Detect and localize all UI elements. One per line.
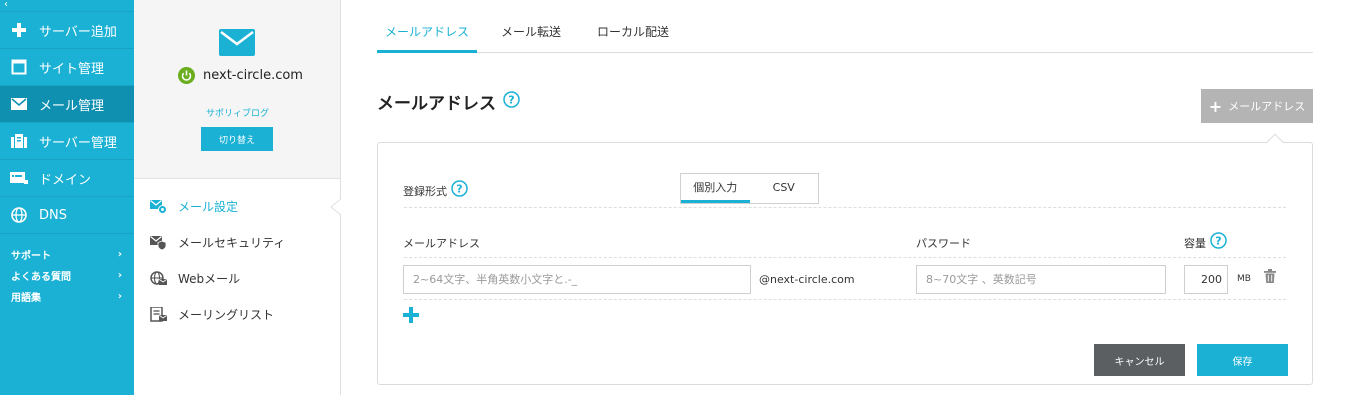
quota-input[interactable] (1184, 265, 1228, 294)
power-status-icon (178, 67, 195, 84)
format-option-csv[interactable]: CSV (750, 174, 819, 203)
main-sidebar: ‹ サーバー追加 サイト管理 メール管理 サーバー管理 ドメイン DNS サポー… (0, 0, 134, 395)
cancel-button[interactable]: キャンセル (1094, 344, 1185, 376)
submenu-label: メーリングリスト (178, 308, 275, 322)
plus-icon: + (1208, 96, 1223, 116)
submenu-label: Webメール (178, 272, 241, 286)
add-mail-address-button[interactable]: + メールアドレス (1201, 89, 1313, 123)
sidebar-collapse-button[interactable]: ‹ (0, 0, 134, 12)
format-option-individual[interactable]: 個別入力 (681, 174, 750, 203)
divider (404, 257, 1286, 258)
submenu-webmail[interactable]: Webメール (150, 270, 240, 287)
support-link[interactable]: サポート › (0, 244, 134, 265)
column-password: パスワード (916, 237, 971, 250)
domain-name: next-circle.com (203, 68, 303, 83)
sidebar-item-label: DNS (39, 207, 67, 223)
quota-unit: MB (1237, 274, 1251, 284)
password-input[interactable] (916, 265, 1166, 294)
glossary-link[interactable]: 用語集 › (0, 286, 134, 307)
webmail-icon (150, 271, 167, 285)
mail-security-icon (150, 236, 167, 250)
help-icon[interactable]: ? (503, 91, 520, 108)
column-address: メールアドレス (403, 237, 480, 250)
support-link-label: サポート (11, 251, 51, 262)
support-links: サポート › よくある質問 › 用語集 › (0, 234, 134, 307)
submenu-label: メール設定 (178, 200, 239, 214)
save-button[interactable]: 保存 (1197, 344, 1288, 376)
help-icon[interactable]: ? (451, 180, 468, 197)
format-label: 登録形式 (403, 185, 447, 198)
add-row-icon[interactable] (403, 307, 419, 323)
sidebar-item-dns[interactable]: DNS (0, 197, 134, 234)
sidebar-item-mail[interactable]: メール管理 (0, 86, 134, 123)
divider (404, 299, 1286, 300)
svg-text:?: ? (456, 183, 462, 196)
domain-suffix: @next-circle.com (759, 273, 855, 286)
mail-icon (219, 29, 255, 56)
submenu-label: メールセキュリティ (178, 236, 286, 250)
add-button-label: メールアドレス (1228, 100, 1306, 113)
submenu-mailing-list[interactable]: メーリングリスト (150, 306, 274, 323)
sidebar-item-add-server[interactable]: サーバー追加 (0, 12, 134, 49)
domain-icon (10, 169, 28, 187)
mail-settings-icon (150, 200, 167, 214)
switch-site-button[interactable]: 切り替え (201, 127, 273, 151)
site-panel: next-circle.com サポリィブログ 切り替え メール設定 メールセキ… (134, 0, 341, 395)
sidebar-item-label: サイト管理 (39, 61, 105, 77)
chevron-left-icon: ‹ (4, 0, 8, 10)
sidebar-item-label: サーバー追加 (39, 24, 117, 40)
faq-link[interactable]: よくある質問 › (0, 265, 134, 286)
svg-text:?: ? (1215, 235, 1221, 248)
submenu-mail-security[interactable]: メールセキュリティ (150, 234, 285, 251)
format-toggle: 個別入力 CSV (680, 173, 819, 204)
sidebar-item-site[interactable]: サイト管理 (0, 49, 134, 86)
window-icon (10, 58, 28, 76)
site-summary: next-circle.com サポリィブログ 切り替え (134, 0, 340, 179)
site-name-link[interactable]: サポリィブログ (134, 106, 341, 119)
chevron-right-icon: › (117, 249, 122, 260)
sidebar-item-label: ドメイン (39, 172, 92, 188)
glossary-link-label: 用語集 (11, 293, 41, 304)
chevron-right-icon: › (117, 270, 122, 281)
page-title: メールアドレス (377, 94, 496, 114)
globe-icon (10, 206, 28, 224)
mailing-list-icon (150, 307, 167, 322)
column-quota: 容量 (1184, 237, 1206, 250)
sidebar-item-label: メール管理 (39, 98, 105, 114)
add-address-form: 登録形式 ? 個別入力 CSV メールアドレス パスワード 容量 ? @next… (377, 142, 1313, 385)
submenu-mail-settings[interactable]: メール設定 (150, 198, 238, 215)
plus-icon (10, 21, 28, 39)
tab-mail-forward[interactable]: メール転送 (491, 14, 571, 53)
trash-icon[interactable] (1264, 269, 1276, 283)
domain-row: next-circle.com (178, 67, 303, 84)
sidebar-item-label: サーバー管理 (39, 135, 117, 151)
tab-mail-address[interactable]: メールアドレス (377, 14, 477, 53)
divider (404, 207, 1286, 208)
server-icon (10, 132, 28, 150)
svg-text:?: ? (508, 94, 514, 107)
sidebar-item-domain[interactable]: ドメイン (0, 160, 134, 197)
mail-icon (10, 95, 28, 113)
faq-link-label: よくある質問 (11, 272, 71, 283)
sidebar-item-server[interactable]: サーバー管理 (0, 123, 134, 160)
tab-local-delivery[interactable]: ローカル配送 (587, 14, 679, 53)
main-content: メールアドレス メール転送 ローカル配送 メールアドレス ? + メールアドレス… (341, 0, 1352, 395)
mail-address-input[interactable] (403, 265, 751, 294)
help-icon[interactable]: ? (1210, 232, 1227, 249)
tab-bar: メールアドレス メール転送 ローカル配送 (377, 14, 1313, 53)
chevron-right-icon: › (117, 291, 122, 302)
